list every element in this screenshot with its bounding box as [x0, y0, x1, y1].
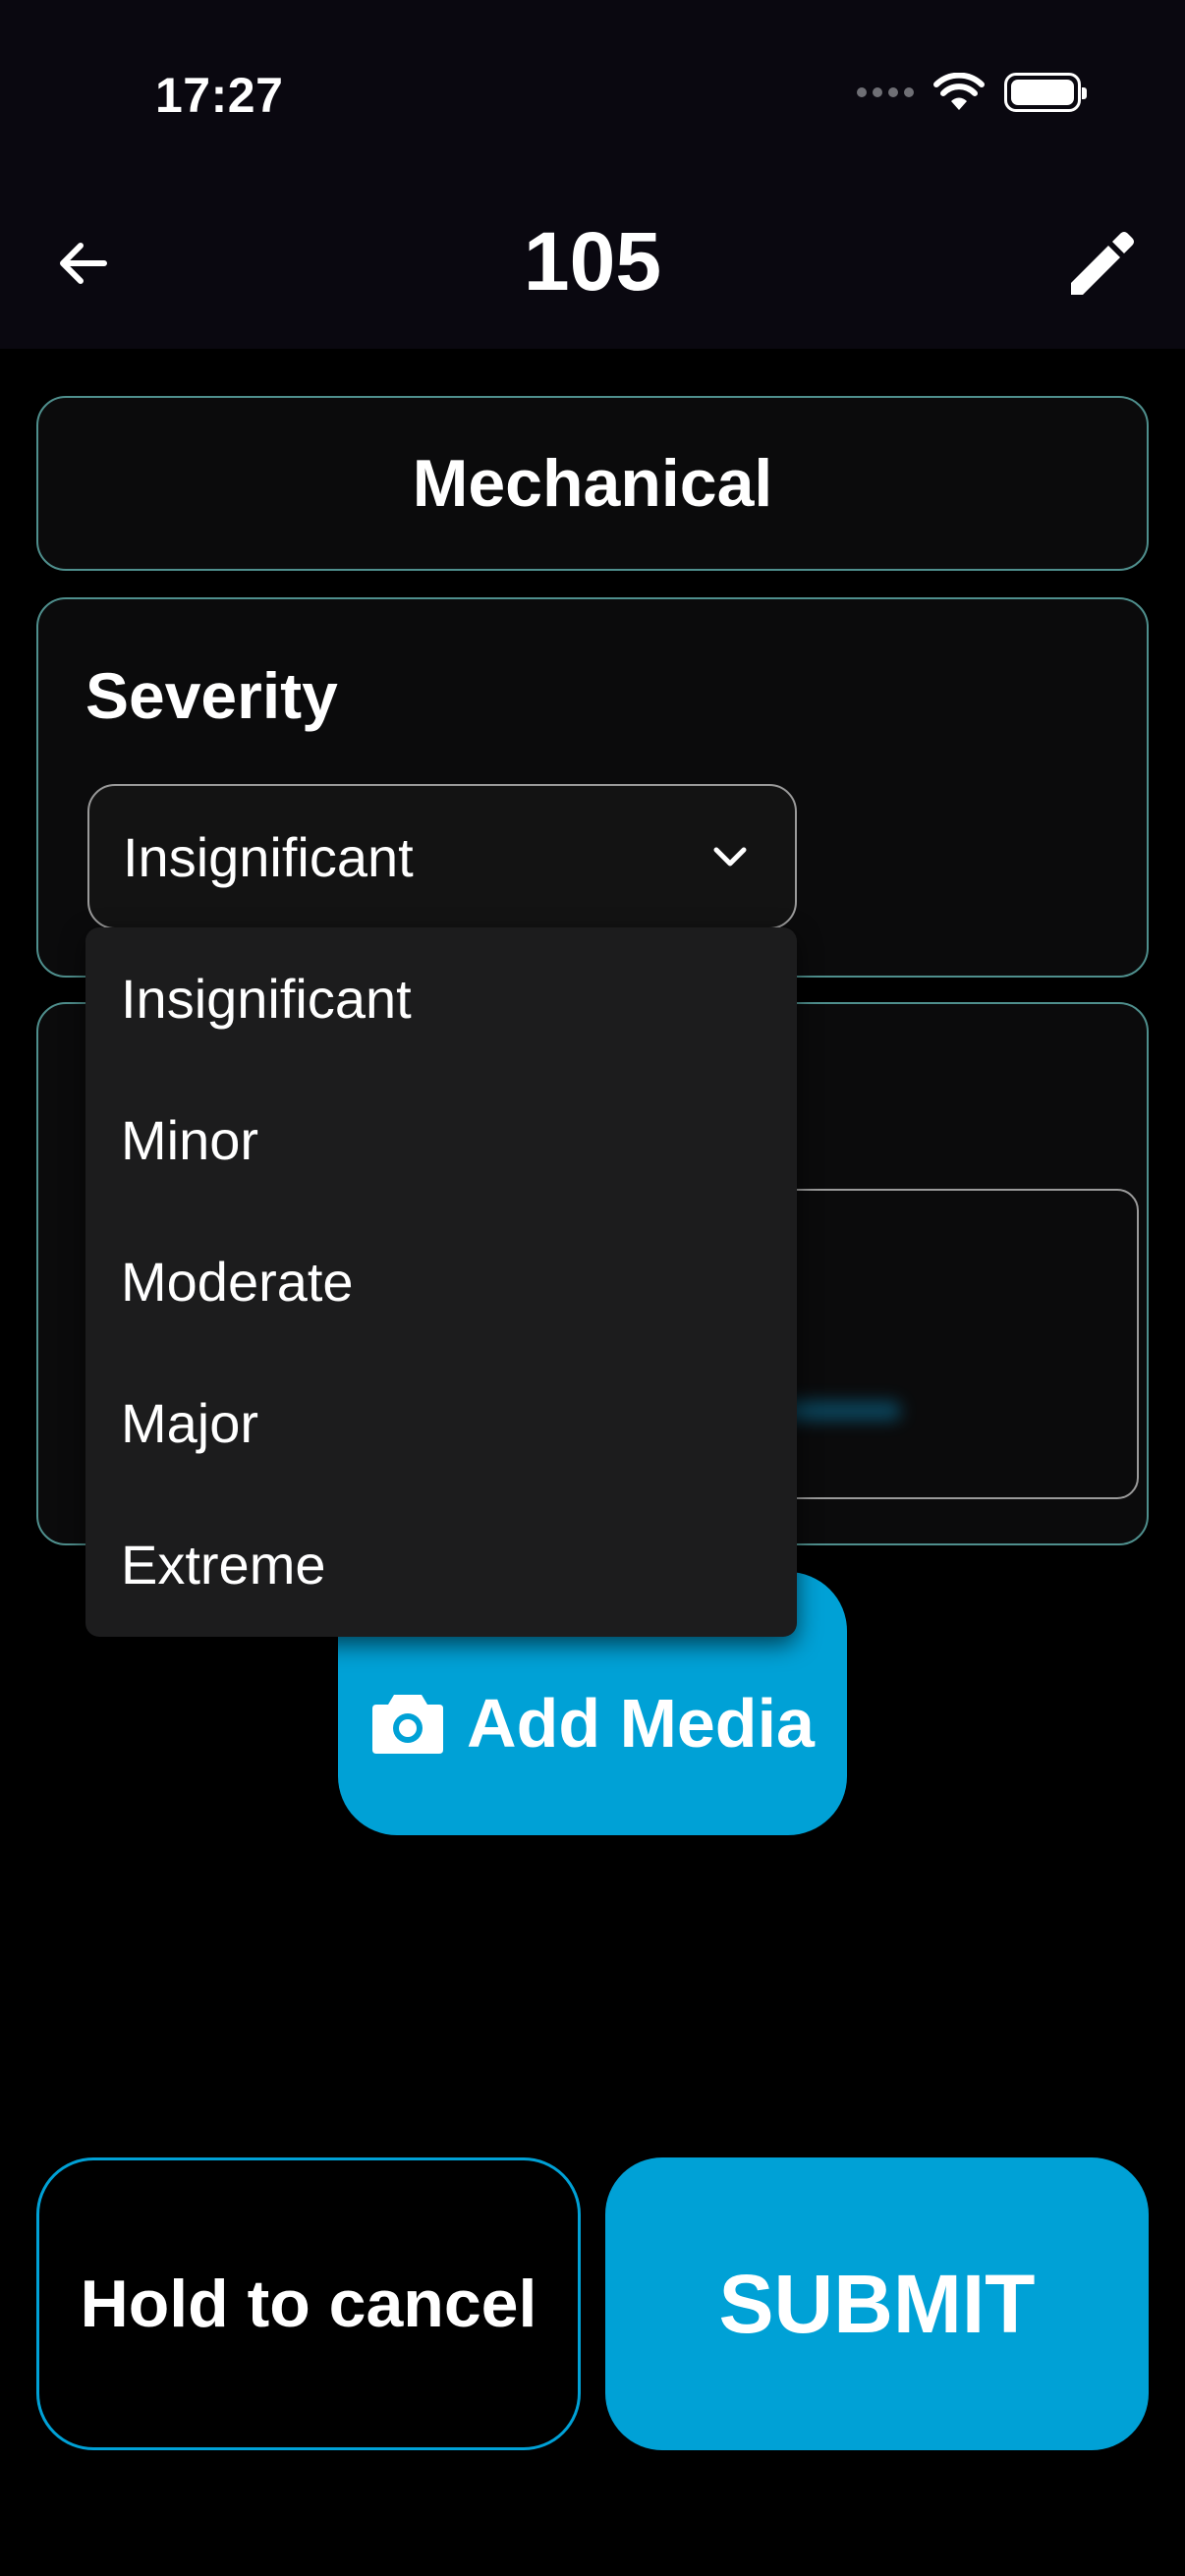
submit-button[interactable]: SUBMIT: [605, 2157, 1149, 2450]
top-bar: 17:27 105: [0, 0, 1185, 349]
category-card[interactable]: Mechanical: [36, 396, 1149, 571]
status-icons: [857, 73, 1087, 112]
cellular-signal-icon: [857, 87, 914, 97]
wifi-icon: [933, 73, 985, 110]
incident-form-screen: 17:27 105 Mechanical Severity Insignific…: [0, 0, 1185, 2576]
camera-icon: [372, 1695, 444, 1754]
severity-dropdown-menu: Insignificant Minor Moderate Major Extre…: [85, 927, 797, 1637]
severity-option[interactable]: Major: [85, 1352, 797, 1493]
severity-select[interactable]: Insignificant: [87, 784, 797, 929]
severity-card: Severity Insignificant: [36, 597, 1149, 978]
hold-to-cancel-button[interactable]: Hold to cancel: [36, 2157, 581, 2450]
pencil-icon: [1071, 232, 1134, 295]
severity-option[interactable]: Extreme: [85, 1493, 797, 1635]
severity-option[interactable]: Minor: [85, 1069, 797, 1210]
add-media-label: Add Media: [467, 1685, 815, 1762]
status-time: 17:27: [155, 68, 284, 123]
chevron-down-icon: [713, 847, 747, 867]
page-title: 105: [523, 215, 662, 308]
edit-button[interactable]: [1061, 224, 1142, 305]
severity-option[interactable]: Insignificant: [85, 927, 797, 1069]
severity-selected-value: Insignificant: [123, 825, 414, 888]
description-field[interactable]: [746, 1189, 1139, 1499]
severity-label: Severity: [85, 659, 338, 732]
severity-option[interactable]: Moderate: [85, 1210, 797, 1352]
battery-icon: [1004, 73, 1087, 112]
category-value: Mechanical: [412, 446, 773, 521]
